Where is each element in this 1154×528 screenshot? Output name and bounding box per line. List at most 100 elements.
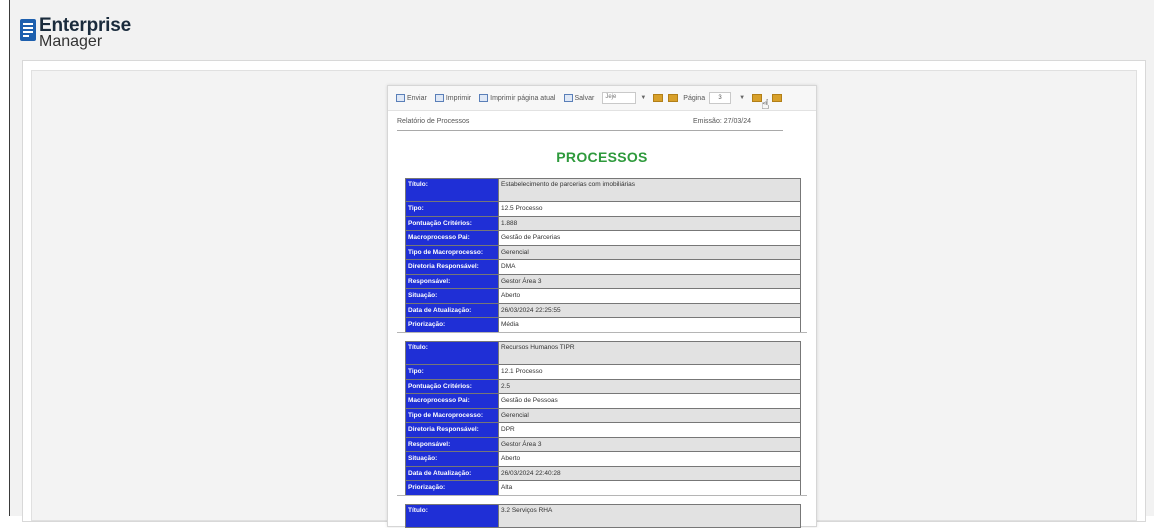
value-diretoria: DMA: [498, 259, 801, 275]
label-titulo: Título:: [405, 341, 499, 365]
label-diretoria: Diretoria Responsável:: [405, 422, 499, 438]
label-tipo-macro: Tipo de Macroprocesso:: [405, 407, 499, 423]
print-page-button[interactable]: Imprimir página atual: [479, 94, 556, 102]
label-responsavel: Responsável:: [405, 436, 499, 452]
value-responsavel: Gestor Área 3: [498, 273, 801, 289]
value-diretoria: DPR: [498, 422, 801, 438]
table-row: Situação: Aberto: [405, 451, 801, 467]
table-row: Priorização: Alta: [405, 480, 801, 496]
report-toolbar: Enviar Imprimir Imprimir página atual Sa…: [388, 86, 816, 112]
format-select[interactable]: Jeje: [602, 92, 637, 104]
value-tipo: 12.1 Processo: [498, 364, 801, 380]
save-label: Salvar: [574, 94, 595, 102]
value-titulo: Recursos Humanos TIPR: [498, 341, 801, 365]
label-responsavel: Responsável:: [405, 273, 499, 289]
print-page-label: Imprimir página atual: [490, 94, 556, 102]
page-chevron-down-icon[interactable]: ▼: [739, 95, 745, 101]
record-1: Título: Estabelecimento de parcerias com…: [405, 178, 801, 333]
label-priorizacao: Priorização:: [405, 480, 499, 496]
page-select[interactable]: 3: [709, 92, 732, 104]
label-situacao: Situação:: [405, 288, 499, 304]
value-data: 26/03/2024 22:25:55: [498, 302, 801, 318]
record-divider: [397, 332, 807, 333]
value-priorizacao: Média: [498, 317, 801, 333]
label-titulo: Título:: [405, 504, 499, 528]
value-titulo: 3.2 Serviços RHA: [498, 504, 801, 528]
value-pontuacao: 1.888: [498, 215, 801, 231]
label-priorizacao: Priorização:: [405, 317, 499, 333]
table-row: Título: Estabelecimento de parcerias com…: [405, 178, 801, 202]
label-macroprocesso: Macroprocesso Pai:: [405, 230, 499, 246]
value-tipo: 12.5 Processo: [498, 201, 801, 217]
label-pontuacao: Pontuação Critérios:: [405, 378, 499, 394]
label-data: Data de Atualização:: [405, 302, 499, 318]
label-situacao: Situação:: [405, 451, 499, 467]
first-page-icon[interactable]: [653, 94, 664, 102]
record-3: Título: 3.2 Serviços RHA: [405, 504, 801, 528]
table-row: Diretoria Responsável: DMA: [405, 259, 801, 275]
value-data: 26/03/2024 22:40:28: [498, 465, 801, 481]
logo-text-manager: Manager: [39, 33, 103, 50]
table-row: Tipo: 12.5 Processo: [405, 201, 801, 217]
table-row: Tipo de Macroprocesso: Gerencial: [405, 407, 801, 423]
report-header: Relatório de Processos Emissão: 27/03/24: [397, 116, 783, 131]
value-situacao: Aberto: [498, 451, 801, 467]
value-situacao: Aberto: [498, 288, 801, 304]
label-macroprocesso: Macroprocesso Pai:: [405, 393, 499, 409]
table-row: Pontuação Critérios: 1.888: [405, 215, 801, 231]
table-row: Macroprocesso Pai: Gestão de Pessoas: [405, 393, 801, 409]
table-row: Diretoria Responsável: DPR: [405, 422, 801, 438]
label-diretoria: Diretoria Responsável:: [405, 259, 499, 275]
table-row: Tipo de Macroprocesso: Gerencial: [405, 244, 801, 260]
table-row: Situação: Aberto: [405, 288, 801, 304]
main-panel: Enviar Imprimir Imprimir página atual Sa…: [22, 60, 1146, 528]
table-row: Título: 3.2 Serviços RHA: [405, 504, 801, 528]
send-button[interactable]: Enviar: [396, 94, 427, 102]
value-macroprocesso: Gestão de Pessoas: [498, 393, 801, 409]
label-tipo-macro: Tipo de Macroprocesso:: [405, 244, 499, 260]
value-tipo-macro: Gerencial: [498, 244, 801, 260]
app-frame: Enterprise Manager Enviar Imprimir Impri…: [9, 0, 1154, 528]
printer-icon: [434, 94, 444, 102]
label-titulo: Título:: [405, 178, 499, 202]
table-row: Priorização: Média: [405, 317, 801, 333]
table-row: Responsável: Gestor Área 3: [405, 436, 801, 452]
label-data: Data de Atualização:: [405, 465, 499, 481]
hand-cursor-icon: ☝: [761, 95, 770, 112]
value-titulo: Estabelecimento de parcerias com imobili…: [498, 178, 801, 202]
value-pontuacao: 2.5: [498, 378, 801, 394]
logo-icon: [20, 19, 36, 41]
chevron-down-icon[interactable]: ▼: [640, 95, 646, 101]
label-tipo: Tipo:: [405, 201, 499, 217]
mail-icon: [396, 94, 405, 102]
table-row: Tipo: 12.1 Processo: [405, 364, 801, 380]
value-responsavel: Gestor Área 3: [498, 436, 801, 452]
save-icon: [563, 94, 573, 102]
table-row: Título: Recursos Humanos TIPR: [405, 341, 801, 365]
value-priorizacao: Alta: [498, 480, 801, 496]
print-page-icon: [479, 94, 489, 102]
value-macroprocesso: Gestão de Parcerias: [498, 230, 801, 246]
table-row: Macroprocesso Pai: Gestão de Parcerias: [405, 230, 801, 246]
label-pontuacao: Pontuação Critérios:: [405, 215, 499, 231]
print-label: Imprimir: [445, 94, 472, 102]
record-2: Título: Recursos Humanos TIPR Tipo: 12.1…: [405, 341, 801, 496]
report-title: PROCESSOS: [556, 149, 648, 165]
report-header-title: Relatório de Processos: [397, 118, 470, 125]
record-divider: [397, 495, 807, 496]
send-label: Enviar: [407, 94, 427, 102]
print-button[interactable]: Imprimir: [434, 94, 472, 102]
previous-page-icon[interactable]: [668, 94, 679, 102]
report-viewer: Enviar Imprimir Imprimir página atual Sa…: [387, 85, 817, 528]
report-area: Enviar Imprimir Imprimir página atual Sa…: [31, 70, 1137, 528]
app-logo[interactable]: Enterprise Manager: [20, 16, 131, 50]
report-emission-date: Emissão: 27/03/24: [693, 118, 751, 125]
save-button[interactable]: Salvar: [563, 94, 595, 102]
value-tipo-macro: Gerencial: [498, 407, 801, 423]
table-row: Data de Atualização: 26/03/2024 22:25:55: [405, 302, 801, 318]
label-tipo: Tipo:: [405, 364, 499, 380]
page-label: Página: [683, 94, 706, 102]
table-row: Pontuação Critérios: 2.5: [405, 378, 801, 394]
table-row: Data de Atualização: 26/03/2024 22:40:28: [405, 465, 801, 481]
last-page-icon[interactable]: [771, 94, 782, 102]
